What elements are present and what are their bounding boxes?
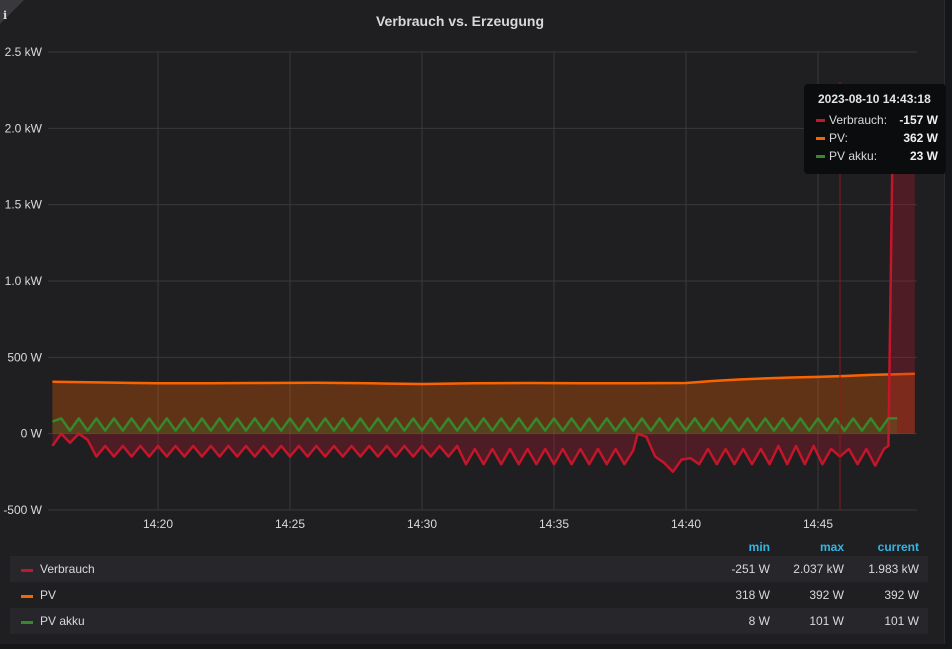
tooltip-row-verbrauch: Verbrauch: -157 W (816, 111, 938, 129)
legend-row-pv[interactable]: PV 318 W 392 W 392 W (10, 582, 928, 608)
x-tick-label: 14:45 (803, 517, 833, 531)
legend-min-value: 318 W (735, 588, 770, 602)
tooltip-row-pv: PV: 362 W (816, 129, 938, 147)
legend-current-value: 392 W (884, 588, 919, 602)
legend-max-value: 101 W (809, 614, 844, 628)
y-tick-label: 1.5 kW (5, 198, 43, 212)
tooltip-swatch-verbrauch (816, 118, 825, 122)
legend-swatch-pv-akku[interactable] (21, 621, 33, 624)
legend-header-min[interactable]: min (749, 540, 770, 554)
hover-tooltip: 2023-08-10 14:43:18 Verbrauch: -157 W PV… (804, 84, 946, 174)
tooltip-series-name: PV akku: (829, 149, 878, 163)
legend-current-value: 1.983 kW (868, 562, 919, 576)
tooltip-series-value: 23 W (909, 149, 938, 163)
tooltip-series-name: Verbrauch: (829, 113, 888, 127)
tooltip-swatch-pv-akku (816, 154, 825, 158)
legend-series-name[interactable]: PV (40, 588, 56, 602)
tooltip-row-pv-akku: PV akku: 23 W (816, 147, 938, 165)
legend-current-value: 101 W (884, 614, 919, 628)
legend-series-name[interactable]: Verbrauch (40, 562, 95, 576)
y-tick-label: -500 W (3, 503, 42, 517)
legend-swatch-pv[interactable] (21, 595, 33, 598)
x-tick-label: 14:20 (143, 517, 173, 531)
legend-max-value: 392 W (809, 588, 844, 602)
x-tick-label: 14:30 (407, 517, 437, 531)
tooltip-series-value: 362 W (903, 131, 938, 145)
legend-min-value: 8 W (748, 614, 770, 628)
y-tick-label: 2.5 kW (5, 45, 43, 59)
graph-panel: i Verbrauch vs. Erzeugung -500 W0 W 500 W… (0, 0, 946, 644)
x-tick-label: 14:40 (671, 517, 701, 531)
legend-min-value: -251 W (731, 562, 770, 576)
y-tick-label: 500 W (7, 350, 42, 364)
legend-header-max[interactable]: max (820, 540, 844, 554)
legend-header: min max current (10, 538, 928, 556)
tooltip-series-name: PV: (829, 131, 848, 145)
tooltip-time: 2023-08-10 14:43:18 (818, 92, 931, 106)
x-tick-label: 14:35 (539, 517, 569, 531)
tooltip-series-value: -157 W (899, 113, 938, 127)
legend-row-pv-akku[interactable]: PV akku 8 W 101 W 101 W (10, 608, 928, 634)
legend-header-current[interactable]: current (878, 540, 919, 554)
tooltip-swatch-pv (816, 136, 825, 140)
legend-row-verbrauch[interactable]: Verbrauch -251 W 2.037 kW 1.983 kW (10, 556, 928, 582)
chart-canvas[interactable]: -500 W 0 W 500 W 1.0 kW 1.5 kW 2.0 kW 2.5 kW 14… (0, 0, 944, 540)
y-tick-label: 0 W (21, 427, 43, 441)
legend-max-value: 2.037 kW (793, 562, 844, 576)
legend-swatch-verbrauch[interactable] (21, 569, 33, 572)
y-tick-label: 2.0 kW (5, 121, 43, 135)
legend-table: min max current Verbrauch -251 W 2.037 k… (10, 538, 928, 634)
legend-series-name[interactable]: PV akku (40, 614, 85, 628)
y-tick-label: 1.0 kW (5, 274, 43, 288)
x-tick-label: 14:25 (275, 517, 305, 531)
